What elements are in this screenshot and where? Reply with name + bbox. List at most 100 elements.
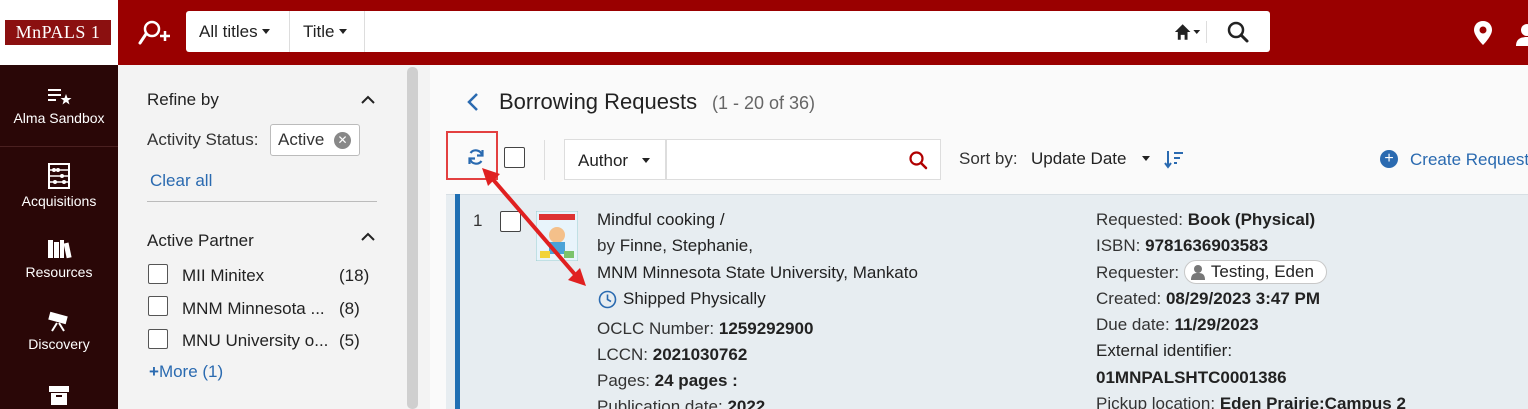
sort-field-dropdown[interactable]: Update Date xyxy=(1031,149,1126,169)
lccn-label: LCCN: xyxy=(597,345,649,364)
row-accent-bar xyxy=(455,194,460,409)
filter-search-input[interactable] xyxy=(666,139,941,180)
active-partner-heading: Active Partner xyxy=(147,231,254,250)
pages-label: Pages: xyxy=(597,371,650,390)
pubdate-value: 2022 xyxy=(727,397,766,409)
facets-scrollbar[interactable] xyxy=(407,67,418,409)
plus-icon: + xyxy=(149,362,159,381)
star-list-icon xyxy=(48,89,72,105)
author-value: Finne, Stephanie, xyxy=(619,236,753,255)
requester-field: Requester: Testing, Eden xyxy=(1096,260,1327,285)
books-icon xyxy=(48,240,72,259)
clear-all-link[interactable]: Clear all xyxy=(150,171,212,191)
clock-icon xyxy=(598,290,617,309)
partner-label[interactable]: MII Minitex xyxy=(182,266,264,286)
page-title: Borrowing Requests xyxy=(499,89,698,114)
search-scope-label: All titles xyxy=(199,22,258,41)
collapse-refine-icon[interactable] xyxy=(361,95,375,105)
facet-divider xyxy=(147,201,377,202)
add-search-icon[interactable] xyxy=(138,18,172,48)
nav-archive[interactable] xyxy=(0,385,118,409)
partner-checkbox[interactable] xyxy=(148,296,168,316)
partner-count: (8) xyxy=(339,299,360,318)
requester-value: Testing, Eden xyxy=(1210,262,1314,282)
logo-area[interactable]: MnPALS 1 xyxy=(0,0,118,65)
pickup-label: Pickup location: xyxy=(1096,394,1216,409)
external-id-label: External identifier: xyxy=(1096,341,1233,360)
row-checkbox[interactable] xyxy=(500,211,521,232)
record-title[interactable]: Mindful cooking / xyxy=(597,210,725,230)
nav-label: Acquisitions xyxy=(21,193,97,209)
requester-chip[interactable]: Testing, Eden xyxy=(1183,260,1327,285)
isbn-label: ISBN: xyxy=(1096,236,1141,255)
created-label: Created: xyxy=(1096,289,1162,308)
due-date-value: 11/29/2023 xyxy=(1174,315,1259,334)
create-request-button[interactable]: Create Request xyxy=(1410,150,1528,170)
more-partners-link[interactable]: +More (1) xyxy=(149,362,223,382)
pubdate-label: Publication date: xyxy=(597,397,723,409)
refresh-icon[interactable] xyxy=(467,148,485,166)
filter-search-icon[interactable] xyxy=(908,150,928,170)
partner-label[interactable]: MNM Minnesota ... xyxy=(182,299,325,319)
filter-field-dropdown[interactable]: Author xyxy=(564,139,666,180)
back-chevron-icon[interactable] xyxy=(466,92,480,112)
nav-label: Resources xyxy=(25,264,93,280)
global-search-box: All titles Title xyxy=(186,11,1270,52)
sort-direction-icon[interactable] xyxy=(1164,149,1184,169)
pubdate-field: Publication date: 2022 xyxy=(597,397,765,409)
partner-count: (5) xyxy=(339,331,360,350)
nav-discovery[interactable]: Discovery xyxy=(0,310,118,352)
partner-checkbox[interactable] xyxy=(148,329,168,349)
person-icon xyxy=(1190,265,1205,281)
filter-field-label: Author xyxy=(578,151,629,170)
nav-label: Discovery xyxy=(28,336,90,352)
home-icon[interactable] xyxy=(1171,21,1207,43)
abacus-icon xyxy=(48,163,70,189)
refine-by-heading: Refine by xyxy=(147,90,219,109)
record-library: MNM Minnesota State University, Mankato xyxy=(597,263,918,282)
more-label: More (1) xyxy=(158,362,224,381)
nav-label: Alma Sandbox xyxy=(13,110,105,126)
user-icon[interactable] xyxy=(1516,22,1528,46)
search-field-dropdown[interactable]: Title xyxy=(290,11,365,52)
location-pin-icon[interactable] xyxy=(1473,20,1493,46)
nav-acquisitions[interactable]: Acquisitions xyxy=(0,163,118,209)
search-scope-dropdown[interactable]: All titles xyxy=(186,11,290,52)
due-date-field: Due date: 11/29/2023 xyxy=(1096,315,1259,335)
search-icon[interactable] xyxy=(1226,20,1250,44)
partner-checkbox[interactable] xyxy=(148,264,168,284)
oclc-field: OCLC Number: 1259292900 xyxy=(597,319,813,339)
institution-logo[interactable]: MnPALS 1 xyxy=(5,20,111,45)
nav-alma-sandbox[interactable]: Alma Sandbox xyxy=(0,86,118,126)
nav-divider xyxy=(0,146,118,147)
pages-value: 24 pages : xyxy=(654,371,738,390)
partner-count: (18) xyxy=(339,266,370,285)
pickup-value: Eden Prairie:Campus 2 xyxy=(1219,394,1406,409)
book-cover-thumbnail[interactable] xyxy=(536,211,578,261)
request-status: Shipped Physically xyxy=(623,289,766,308)
created-field: Created: 08/29/2023 3:47 PM xyxy=(1096,289,1320,309)
oclc-value: 1259292900 xyxy=(718,319,814,338)
lccn-field: LCCN: 2021030762 xyxy=(597,345,747,365)
chevron-down-icon[interactable] xyxy=(1142,156,1150,161)
isbn-field: ISBN: 9781636903583 xyxy=(1096,236,1268,256)
pickup-field: Pickup location: Eden Prairie:Campus 2 xyxy=(1096,394,1406,409)
archive-icon xyxy=(49,386,69,405)
activity-status-label: Activity Status: xyxy=(147,130,259,149)
nav-resources[interactable]: Resources xyxy=(0,238,118,280)
activity-status-chip: Active ✕ xyxy=(270,124,360,156)
isbn-value: 9781636903583 xyxy=(1145,236,1269,255)
lccn-value: 2021030762 xyxy=(652,345,748,364)
partner-label[interactable]: MNU University o... xyxy=(182,331,328,351)
by-prefix: by xyxy=(597,236,615,255)
record-author: by Finne, Stephanie, xyxy=(597,236,753,256)
remove-filter-icon[interactable]: ✕ xyxy=(334,132,351,149)
requested-label: Requested: xyxy=(1096,210,1183,229)
requested-value: Book (Physical) xyxy=(1187,210,1316,229)
oclc-label: OCLC Number: xyxy=(597,319,715,338)
search-field-label: Title xyxy=(303,22,335,41)
create-plus-icon[interactable]: + xyxy=(1380,150,1398,168)
row-index: 1 xyxy=(473,211,483,230)
collapse-partner-icon[interactable] xyxy=(361,232,375,242)
select-all-checkbox[interactable] xyxy=(504,147,525,168)
